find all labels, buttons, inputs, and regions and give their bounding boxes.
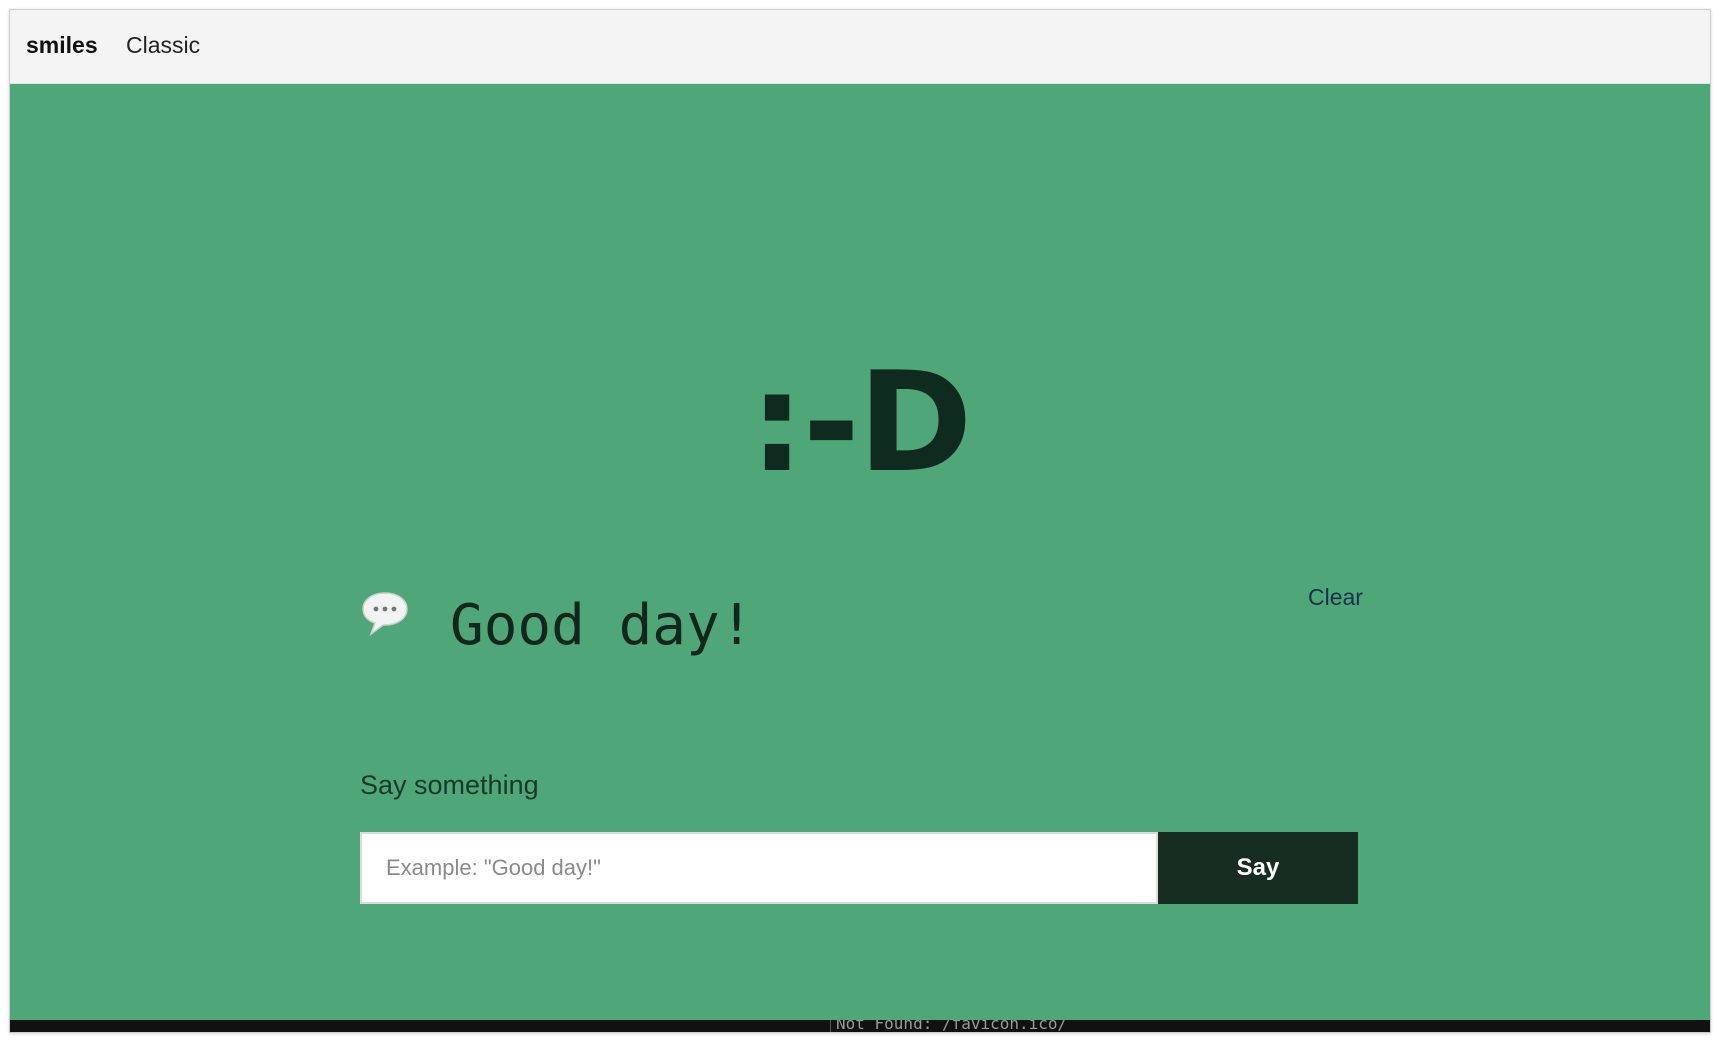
nav-link-classic[interactable]: Classic — [126, 32, 200, 59]
message-text: Good day! — [450, 593, 754, 658]
main-content: :-D Good day! Clear Say something Say — [10, 84, 1710, 1028]
top-navbar: smiles Classic — [10, 10, 1710, 84]
brand-logo[interactable]: smiles — [26, 32, 98, 59]
console-divider — [830, 1020, 831, 1032]
console-strip: Not Found: /favicon.ico/ — [10, 1020, 1710, 1032]
speech-bubble-icon — [362, 592, 408, 637]
say-something-label: Say something — [360, 770, 539, 800]
app-window: smiles Classic :-D Good day! Clear Say s… — [10, 10, 1710, 1032]
message-input[interactable] — [360, 832, 1158, 904]
console-log-text: Not Found: /favicon.ico/ — [836, 1020, 1068, 1032]
say-button[interactable]: Say — [1158, 832, 1358, 904]
emoticon-display: :-D — [749, 342, 972, 503]
clear-link[interactable]: Clear — [1308, 584, 1363, 611]
